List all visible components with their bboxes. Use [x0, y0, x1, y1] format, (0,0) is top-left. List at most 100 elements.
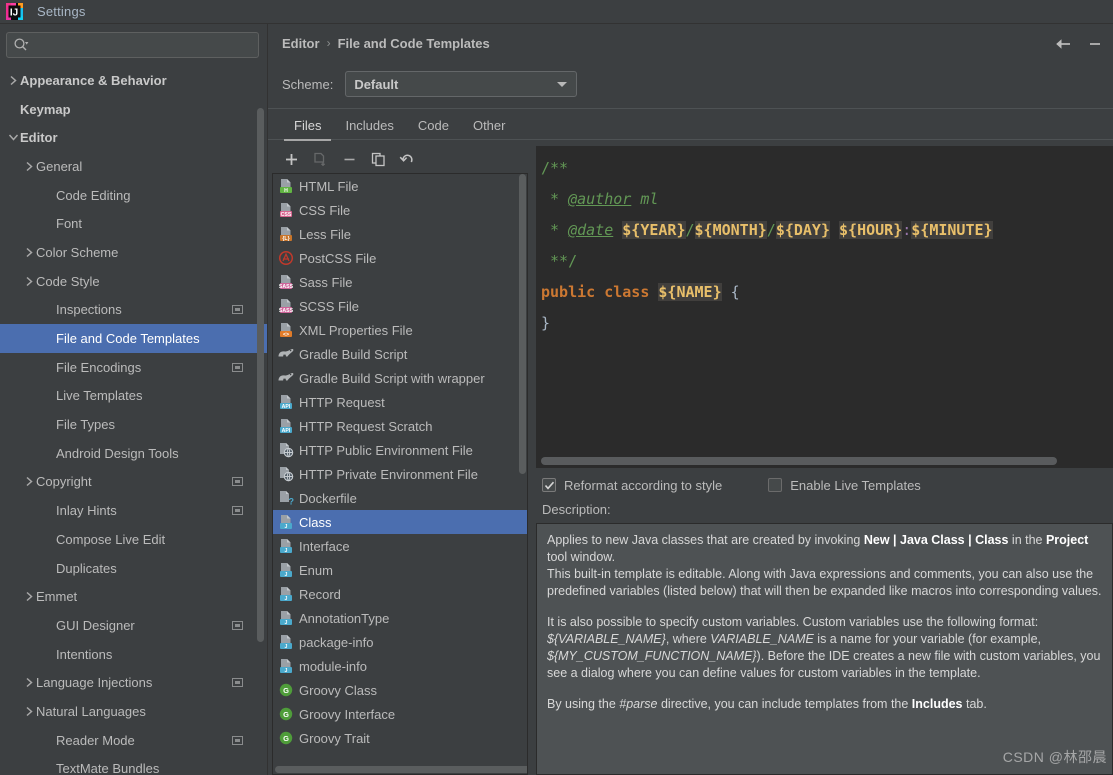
sidebar-item-live-templates[interactable]: Live Templates [0, 382, 267, 411]
description-text-run: New | Java Class | Class [863, 533, 1009, 547]
template-list-item[interactable]: J Enum [273, 558, 527, 582]
search-input[interactable] [29, 38, 252, 52]
template-list-item[interactable]: J Interface [273, 534, 527, 558]
code-var-name: ${NAME} [658, 283, 722, 301]
sidebar-item-reader-mode[interactable]: Reader Mode [0, 726, 267, 755]
sidebar-item-compose-live-edit[interactable]: Compose Live Edit [0, 525, 267, 554]
sidebar-item-natural-languages[interactable]: Natural Languages [0, 697, 267, 726]
add-template-button[interactable] [278, 148, 304, 172]
sidebar-item-android-design-tools[interactable]: Android Design Tools [0, 439, 267, 468]
sidebar-item-file-encodings[interactable]: File Encodings [0, 353, 267, 382]
code-author-value: ml [631, 190, 659, 208]
description-text-run: This built-in template is editable. Alon… [547, 567, 1102, 598]
chevron-right-icon[interactable] [22, 161, 36, 172]
template-list-item[interactable]: ? Dockerfile [273, 486, 527, 510]
create-from-file-button[interactable] [307, 148, 333, 172]
description-text-run: VARIABLE_NAME [710, 632, 814, 646]
template-list[interactable]: H HTML File CSS CSS File {L} Less File PostCSS… [272, 174, 528, 775]
back-button[interactable] [1053, 34, 1073, 54]
sidebar-item-code-style[interactable]: Code Style [0, 267, 267, 296]
template-code-editor[interactable]: /** * @author ml * @date ${YEAR}/${MONTH… [536, 146, 1113, 468]
template-list-item[interactable]: CSS CSS File [273, 198, 527, 222]
template-list-item[interactable]: HTTP Private Environment File [273, 462, 527, 486]
tab-includes[interactable]: Includes [333, 118, 405, 140]
forward-button[interactable] [1089, 34, 1109, 54]
template-list-item[interactable]: {L} Less File [273, 222, 527, 246]
sidebar-item-label: Editor [20, 130, 58, 146]
sidebar-item-duplicates[interactable]: Duplicates [0, 554, 267, 583]
template-list-item[interactable]: API HTTP Request Scratch [273, 414, 527, 438]
template-list-item[interactable]: Gradle Build Script with wrapper [273, 366, 527, 390]
sidebar-item-gui-designer[interactable]: GUI Designer [0, 611, 267, 640]
description-paragraph-spacer [547, 682, 1102, 696]
tab-files[interactable]: Files [282, 118, 333, 141]
chevron-right-icon[interactable] [22, 591, 36, 602]
sidebar-item-label: Keymap [20, 101, 71, 117]
chevron-right-icon[interactable] [22, 247, 36, 258]
template-list-item[interactable]: Gradle Build Script [273, 342, 527, 366]
sidebar-item-general[interactable]: General [0, 152, 267, 181]
sidebar-item-emmet[interactable]: Emmet [0, 582, 267, 611]
template-list-item[interactable]: HTTP Public Environment File [273, 438, 527, 462]
template-list-item[interactable]: H HTML File [273, 174, 527, 198]
sidebar-item-language-injections[interactable]: Language Injections [0, 668, 267, 697]
sidebar-item-intentions[interactable]: Intentions [0, 640, 267, 669]
sidebar-item-file-and-code-templates[interactable]: File and Code Templates [0, 324, 267, 353]
chevron-right-icon[interactable] [6, 75, 20, 86]
code-editor-hscrollbar[interactable] [541, 457, 1057, 465]
sidebar-item-appearance-behavior[interactable]: Appearance & Behavior [0, 66, 267, 95]
sidebar-item-file-types[interactable]: File Types [0, 410, 267, 439]
template-list-item-label: Groovy Class [299, 682, 378, 698]
sidebar-item-label: Natural Languages [36, 703, 146, 719]
sidebar-item-keymap[interactable]: Keymap [0, 95, 267, 124]
title-bar: IJ Settings [0, 0, 1113, 24]
chevron-right-icon[interactable] [22, 476, 36, 487]
sidebar-scrollbar[interactable] [257, 108, 264, 642]
template-list-item[interactable]: PostCSS File [273, 246, 527, 270]
template-tabs[interactable]: Files Includes Code Other [268, 108, 1113, 141]
breadcrumb-parent[interactable]: Editor [282, 36, 320, 51]
scheme-select[interactable]: Default [345, 71, 578, 97]
sidebar-item-color-scheme[interactable]: Color Scheme [0, 238, 267, 267]
sidebar-item-code-editing[interactable]: Code Editing [0, 181, 267, 210]
chevron-down-icon[interactable] [6, 133, 20, 142]
sidebar-item-font[interactable]: Font [0, 209, 267, 238]
tab-code[interactable]: Code [406, 118, 461, 140]
template-list-item[interactable]: SASS Sass File [273, 270, 527, 294]
sidebar-item-editor[interactable]: Editor [0, 123, 267, 152]
chevron-right-icon[interactable] [22, 706, 36, 717]
html-file-icon: H [277, 178, 295, 194]
template-list-item[interactable]: J AnnotationType [273, 606, 527, 630]
chevron-right-icon[interactable] [22, 276, 36, 287]
chevron-right-icon[interactable] [22, 677, 36, 688]
template-list-item[interactable]: SASS SCSS File [273, 294, 527, 318]
template-list-item[interactable]: G Groovy Trait [273, 726, 527, 750]
template-list-item[interactable]: API HTTP Request [273, 390, 527, 414]
remove-template-button[interactable] [336, 148, 362, 172]
template-list-item[interactable]: G Groovy Class [273, 678, 527, 702]
sidebar-item-textmate-bundles[interactable]: TextMate Bundles [0, 755, 267, 775]
reset-template-button[interactable] [394, 148, 420, 172]
project-scope-badge-icon [232, 506, 243, 516]
settings-tree[interactable]: Appearance & Behavior Keymap Editor General… [0, 64, 267, 775]
sidebar-item-copyright[interactable]: Copyright [0, 468, 267, 497]
template-list-vscrollbar[interactable] [519, 174, 526, 474]
template-list-item[interactable]: J Class [273, 510, 527, 534]
sidebar-item-label: File and Code Templates [56, 331, 200, 347]
search-box[interactable] [6, 32, 259, 58]
sidebar-item-inlay-hints[interactable]: Inlay Hints [0, 496, 267, 525]
sidebar-item-label: Color Scheme [36, 244, 119, 260]
template-list-item[interactable]: Jpackage-info [273, 630, 527, 654]
sidebar-item-inspections[interactable]: Inspections [0, 296, 267, 325]
template-list-item[interactable]: J Record [273, 582, 527, 606]
template-list-item[interactable]: <> XML Properties File [273, 318, 527, 342]
templates-content: H HTML File CSS CSS File {L} Less File PostCSS… [268, 140, 1113, 775]
tab-other[interactable]: Other [461, 118, 518, 140]
copy-template-button[interactable] [365, 148, 391, 172]
reformat-checkbox[interactable]: Reformat according to style [542, 478, 722, 493]
live-templates-checkbox[interactable]: Enable Live Templates [768, 478, 921, 493]
code-colon: : [902, 221, 912, 239]
template-list-item[interactable]: G Groovy Interface [273, 702, 527, 726]
template-list-hscrollbar[interactable] [275, 766, 527, 773]
template-list-item[interactable]: Jmodule-info [273, 654, 527, 678]
